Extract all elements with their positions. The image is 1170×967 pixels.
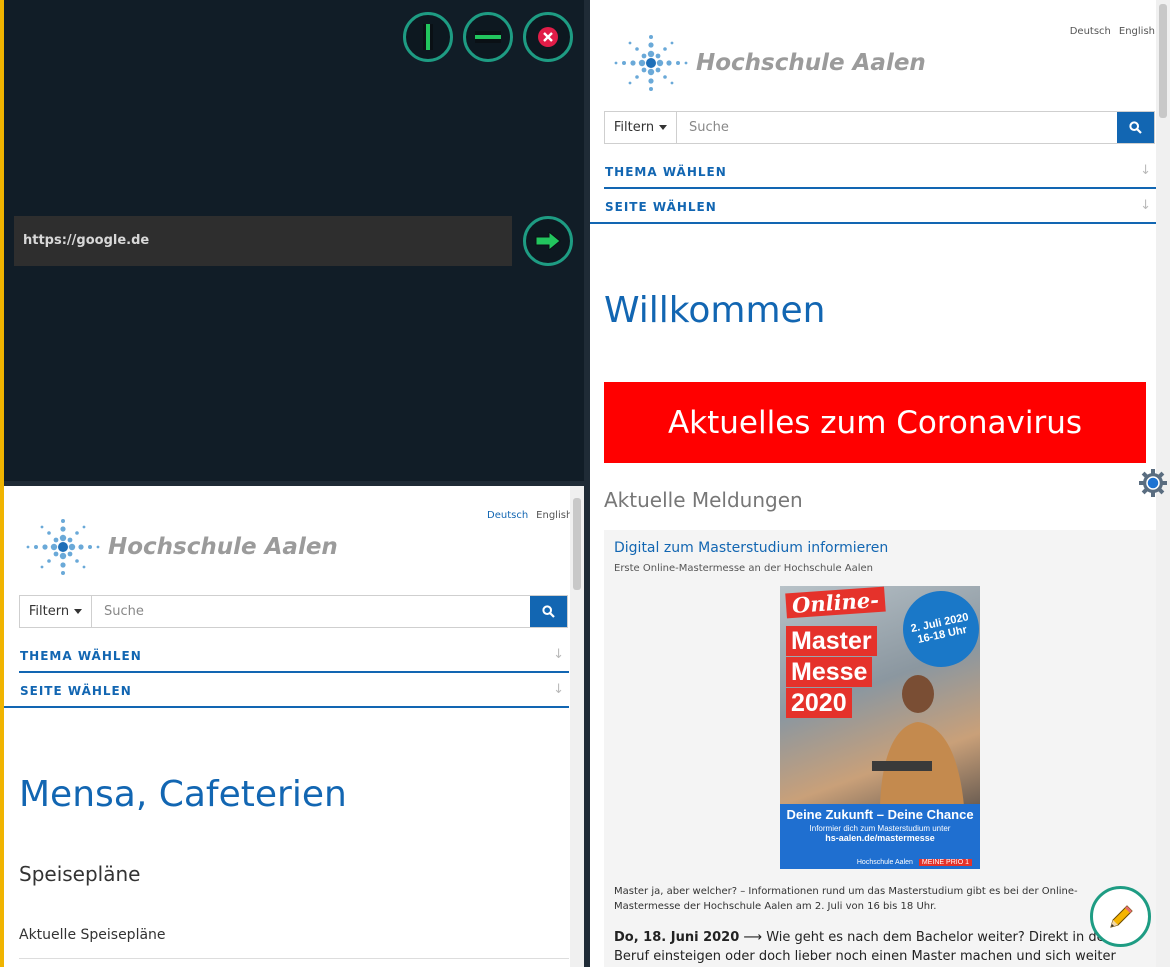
hs-aalen-logo[interactable]: Hochschule Aalen: [612, 34, 926, 92]
arrow-down-icon: ↓: [553, 647, 565, 662]
poster-info: Informier dich zum Masterstudium unter: [809, 824, 951, 833]
filter-dropdown[interactable]: Filtern: [605, 112, 677, 143]
close-button[interactable]: [523, 12, 573, 62]
arrow-down-icon: ↓: [1140, 198, 1152, 213]
lang-english-link[interactable]: English: [1119, 26, 1155, 37]
seite-label: SEITE WÄHLEN: [605, 200, 717, 214]
poster-footer: Deine Zukunft – Deine Chance Informier d…: [780, 804, 980, 869]
lang-deutsch-link[interactable]: Deutsch: [487, 510, 528, 521]
corona-banner[interactable]: Aktuelles zum Coronavirus: [604, 382, 1146, 463]
star-logo-icon: [26, 519, 100, 575]
filter-label: Filtern: [613, 120, 655, 135]
go-button[interactable]: [523, 216, 573, 266]
seite-dropdown[interactable]: SEITE WÄHLEN ↓: [4, 673, 569, 708]
logo-text: Hochschule Aalen: [696, 50, 926, 76]
star-logo-icon: [614, 35, 688, 91]
section-heading: Speisepläne: [19, 862, 141, 886]
gear-icon: [1139, 469, 1167, 497]
left-pane-scrollbar[interactable]: [570, 486, 584, 967]
poster-url: hs-aalen.de/mastermesse: [825, 833, 935, 843]
seite-dropdown[interactable]: SEITE WÄHLEN ↓: [590, 189, 1156, 224]
poster-line-messe: Messe: [786, 657, 873, 687]
person-photo-graphic: [872, 675, 964, 806]
arrow-down-icon: ↓: [1140, 163, 1152, 178]
news-item: Digital zum Masterstudium informieren Er…: [604, 530, 1160, 967]
lang-deutsch-link[interactable]: Deutsch: [1070, 26, 1111, 37]
poster-line-master: Master: [786, 626, 877, 656]
language-switcher: Deutsch English: [1062, 26, 1155, 37]
news-date-entry: Do, 18. Juni 2020 ⟶ Wie geht es nach dem…: [614, 928, 1144, 967]
split-vertical-icon: [423, 24, 433, 50]
language-switcher: Deutsch English: [487, 510, 572, 521]
poster-prio-badge: MEINE PRIO 1: [918, 859, 972, 866]
mastermesse-poster-image[interactable]: Online- Master Messe 2020 2. Juli 2020 1…: [780, 586, 980, 869]
split-vertical-button[interactable]: [403, 12, 453, 62]
filter-dropdown[interactable]: Filtern: [20, 596, 92, 627]
filter-label: Filtern: [28, 604, 70, 619]
divider: [19, 958, 569, 959]
search-bar: Filtern Suche: [19, 595, 568, 628]
search-icon: [1129, 121, 1142, 134]
close-icon: [538, 27, 558, 47]
poster-footer-logo: Hochschule Aalen: [856, 859, 913, 866]
poster-line-year: 2020: [786, 688, 852, 718]
page-title: Mensa, Cafeterien: [19, 774, 347, 815]
thema-dropdown[interactable]: THEMA WÄHLEN ↓: [604, 154, 1156, 189]
logo-text: Hochschule Aalen: [108, 534, 338, 560]
search-bar: Filtern Suche: [604, 111, 1155, 144]
seite-label: SEITE WÄHLEN: [20, 684, 132, 698]
news-subtitle: Erste Online-Mastermesse an der Hochschu…: [614, 563, 874, 574]
search-button[interactable]: [1117, 112, 1154, 143]
scrollbar-thumb[interactable]: [573, 498, 581, 590]
lang-english-link[interactable]: English: [536, 510, 572, 521]
search-input[interactable]: Suche: [677, 112, 1117, 143]
search-button[interactable]: [530, 596, 567, 627]
split-horizontal-button[interactable]: [463, 12, 513, 62]
thema-label: THEMA WÄHLEN: [20, 649, 142, 663]
arrow-right-glyph-icon: ⟶: [743, 930, 763, 945]
news-teaser-text: Master ja, aber welcher? – Informationen…: [614, 886, 1078, 912]
search-input[interactable]: Suche: [92, 596, 530, 627]
caret-down-icon: [659, 125, 668, 130]
news-title-link[interactable]: Digital zum Masterstudium informieren: [614, 540, 888, 556]
hs-aalen-logo[interactable]: Hochschule Aalen: [24, 518, 338, 576]
thema-label: THEMA WÄHLEN: [605, 165, 727, 179]
browser-pane-left: Deutsch English Hochschule Aalen Filtern…: [4, 486, 584, 967]
scrollbar-thumb[interactable]: [1159, 4, 1167, 118]
poster-tagline: Deine Zukunft – Deine Chance: [786, 807, 974, 822]
caret-down-icon: [74, 609, 83, 614]
thema-dropdown[interactable]: THEMA WÄHLEN ↓: [19, 638, 569, 673]
arrow-right-icon: [535, 232, 561, 250]
control-panel: https://google.de: [4, 0, 584, 481]
edit-pencil-button[interactable]: [1090, 886, 1151, 947]
url-input[interactable]: https://google.de: [14, 216, 512, 266]
app-window: https://google.de Deutsch English Hochsc…: [0, 0, 1170, 967]
pencil-icon: [1109, 904, 1133, 928]
arrow-down-icon: ↓: [553, 682, 565, 697]
speiseplaene-link[interactable]: Aktuelle Speisepläne: [19, 927, 166, 943]
split-horizontal-icon: [475, 31, 501, 43]
search-icon: [542, 605, 555, 618]
page-title: Willkommen: [604, 290, 826, 331]
news-date: Do, 18. Juni 2020: [614, 930, 740, 945]
settings-gear-button[interactable]: [1138, 468, 1168, 503]
section-title: Aktuelle Meldungen: [604, 488, 803, 512]
browser-pane-right: Deutsch English Hochschule Aalen Filtern…: [590, 0, 1170, 967]
